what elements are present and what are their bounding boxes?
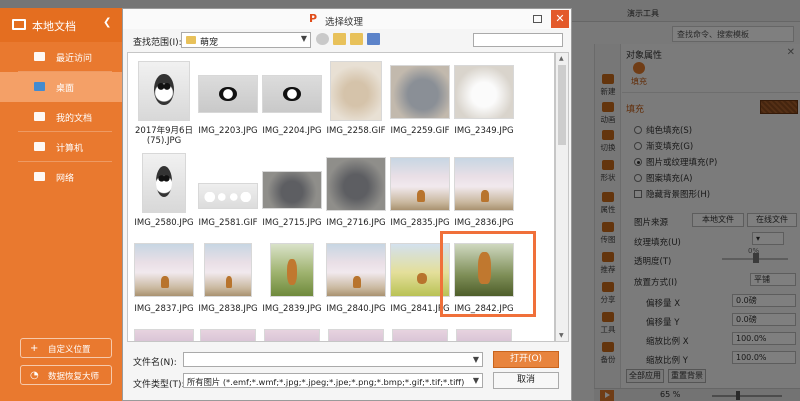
list-item[interactable]: IMG_2580.JPG xyxy=(132,153,196,228)
thumbnail-partial xyxy=(328,329,384,341)
custom-location-button[interactable]: + 自定义位置 xyxy=(20,338,112,358)
back-icon[interactable] xyxy=(316,33,329,45)
list-item[interactable]: IMG_2838.JPG xyxy=(196,239,260,314)
maximize-icon[interactable] xyxy=(533,15,542,23)
view-menu-icon[interactable] xyxy=(367,33,380,45)
wps-logo-icon: P xyxy=(309,12,318,25)
sidebar-item-network[interactable]: 网络 xyxy=(0,162,122,192)
thumbnail xyxy=(198,75,258,113)
thumbnail xyxy=(454,65,514,119)
chevron-down-icon: ▼ xyxy=(472,355,479,364)
thumbnail xyxy=(270,243,314,297)
filetype-dropdown[interactable]: 所有图片 (*.emf;*.wmf;*.jpg;*.jpeg;*.jpe;*.p… xyxy=(183,373,483,388)
filetype-label: 文件类型(T): xyxy=(133,380,185,390)
thumbnail xyxy=(262,171,322,209)
list-item[interactable]: IMG_2581.GIF xyxy=(196,153,260,228)
desktop-icon xyxy=(34,82,45,91)
thumbnail xyxy=(134,243,194,297)
up-folder-icon[interactable] xyxy=(333,33,346,45)
thumbnail xyxy=(142,153,186,213)
close-button[interactable]: ✕ xyxy=(551,10,569,28)
computer-icon xyxy=(34,142,45,151)
filename-label: 文件名(N): xyxy=(133,358,177,368)
new-folder-icon[interactable] xyxy=(350,33,363,45)
location-sidebar: 本地文档 ❮ 最近访问 桌面 我的文档 计算机 网络 + 自定义位置 ◔ 数据恢… xyxy=(0,8,122,401)
file-list: 2017年9月6日(75).JPG IMG_2203.JPG IMG_2204.… xyxy=(127,52,555,342)
thumbnail xyxy=(138,61,190,121)
computer-icon xyxy=(12,19,26,30)
filename-input[interactable]: ▼ xyxy=(183,352,483,367)
thumbnail xyxy=(204,243,252,297)
list-item[interactable]: IMG_2839.JPG xyxy=(260,239,324,314)
chevron-down-icon: ▼ xyxy=(472,376,479,385)
list-item[interactable]: IMG_2840.JPG xyxy=(324,239,388,314)
sidebar-title: 本地文档 xyxy=(32,20,76,33)
vertical-scrollbar[interactable]: ▲ ▼ xyxy=(555,52,569,342)
list-item[interactable]: IMG_2258.GIF xyxy=(324,61,388,136)
sidebar-header: 本地文档 ❮ xyxy=(0,8,122,42)
recent-icon xyxy=(34,52,45,61)
thumbnail xyxy=(326,243,386,297)
cancel-button[interactable]: 取消 xyxy=(493,372,559,389)
thumbnail xyxy=(262,75,322,113)
sidebar-item-recent[interactable]: 最近访问 xyxy=(0,42,122,72)
sidebar-item-my-documents[interactable]: 我的文档 xyxy=(0,102,122,132)
select-texture-dialog: P 选择纹理 ✕ 查找范围(I): 萌宠 ▼ 2017年9月6日(75).JPG… xyxy=(122,8,572,401)
thumbnail xyxy=(390,157,450,211)
sidebar-item-desktop[interactable]: 桌面 xyxy=(0,72,122,102)
recovery-icon: ◔ xyxy=(30,370,39,381)
data-recovery-button[interactable]: ◔ 数据恢复大师 xyxy=(20,365,112,385)
thumbnail xyxy=(390,65,450,119)
folder-icon xyxy=(186,36,196,44)
thumbnail-partial xyxy=(134,329,194,341)
list-item[interactable]: IMG_2349.JPG xyxy=(452,61,516,136)
scroll-up-icon[interactable]: ▲ xyxy=(559,55,564,62)
thumbnail xyxy=(330,61,382,121)
list-item[interactable]: IMG_2837.JPG xyxy=(132,239,196,314)
scrollbar-thumb[interactable] xyxy=(558,65,566,145)
list-item[interactable]: IMG_2835.JPG xyxy=(388,153,452,228)
plus-icon: + xyxy=(30,343,39,354)
search-input[interactable] xyxy=(473,33,563,47)
list-item[interactable]: 2017年9月6日(75).JPG xyxy=(132,61,196,146)
thumbnail xyxy=(198,183,258,209)
list-item[interactable]: IMG_2715.JPG xyxy=(260,153,324,228)
look-in-dropdown[interactable]: 萌宠 ▼ xyxy=(181,32,311,48)
network-icon xyxy=(34,172,45,181)
chevron-down-icon: ▼ xyxy=(300,34,307,43)
list-item[interactable]: IMG_2204.JPG xyxy=(260,61,324,136)
thumbnail xyxy=(454,157,514,211)
look-in-label: 查找范围(I): xyxy=(133,38,182,48)
open-button[interactable]: 打开(O) xyxy=(493,351,559,368)
thumbnail xyxy=(326,157,386,211)
dialog-title: 选择纹理 xyxy=(325,17,364,28)
thumbnail-partial xyxy=(200,329,256,341)
thumbnail-partial xyxy=(392,329,448,341)
list-item[interactable]: IMG_2203.JPG xyxy=(196,61,260,136)
list-item[interactable]: IMG_2836.JPG xyxy=(452,153,516,228)
scroll-down-icon[interactable]: ▼ xyxy=(559,332,564,339)
list-item[interactable]: IMG_2259.GIF xyxy=(388,61,452,136)
folder-icon xyxy=(34,112,45,121)
thumbnail-partial xyxy=(264,329,320,341)
chevron-left-icon[interactable]: ❮ xyxy=(103,17,111,28)
dialog-titlebar: P 选择纹理 ✕ xyxy=(123,9,571,29)
dialog-toolbar: 查找范围(I): 萌宠 ▼ xyxy=(123,29,571,51)
sidebar-item-computer[interactable]: 计算机 xyxy=(0,132,122,162)
list-item[interactable]: IMG_2716.JPG xyxy=(324,153,388,228)
thumbnail-partial xyxy=(456,329,512,341)
selection-highlight-box xyxy=(440,231,536,317)
